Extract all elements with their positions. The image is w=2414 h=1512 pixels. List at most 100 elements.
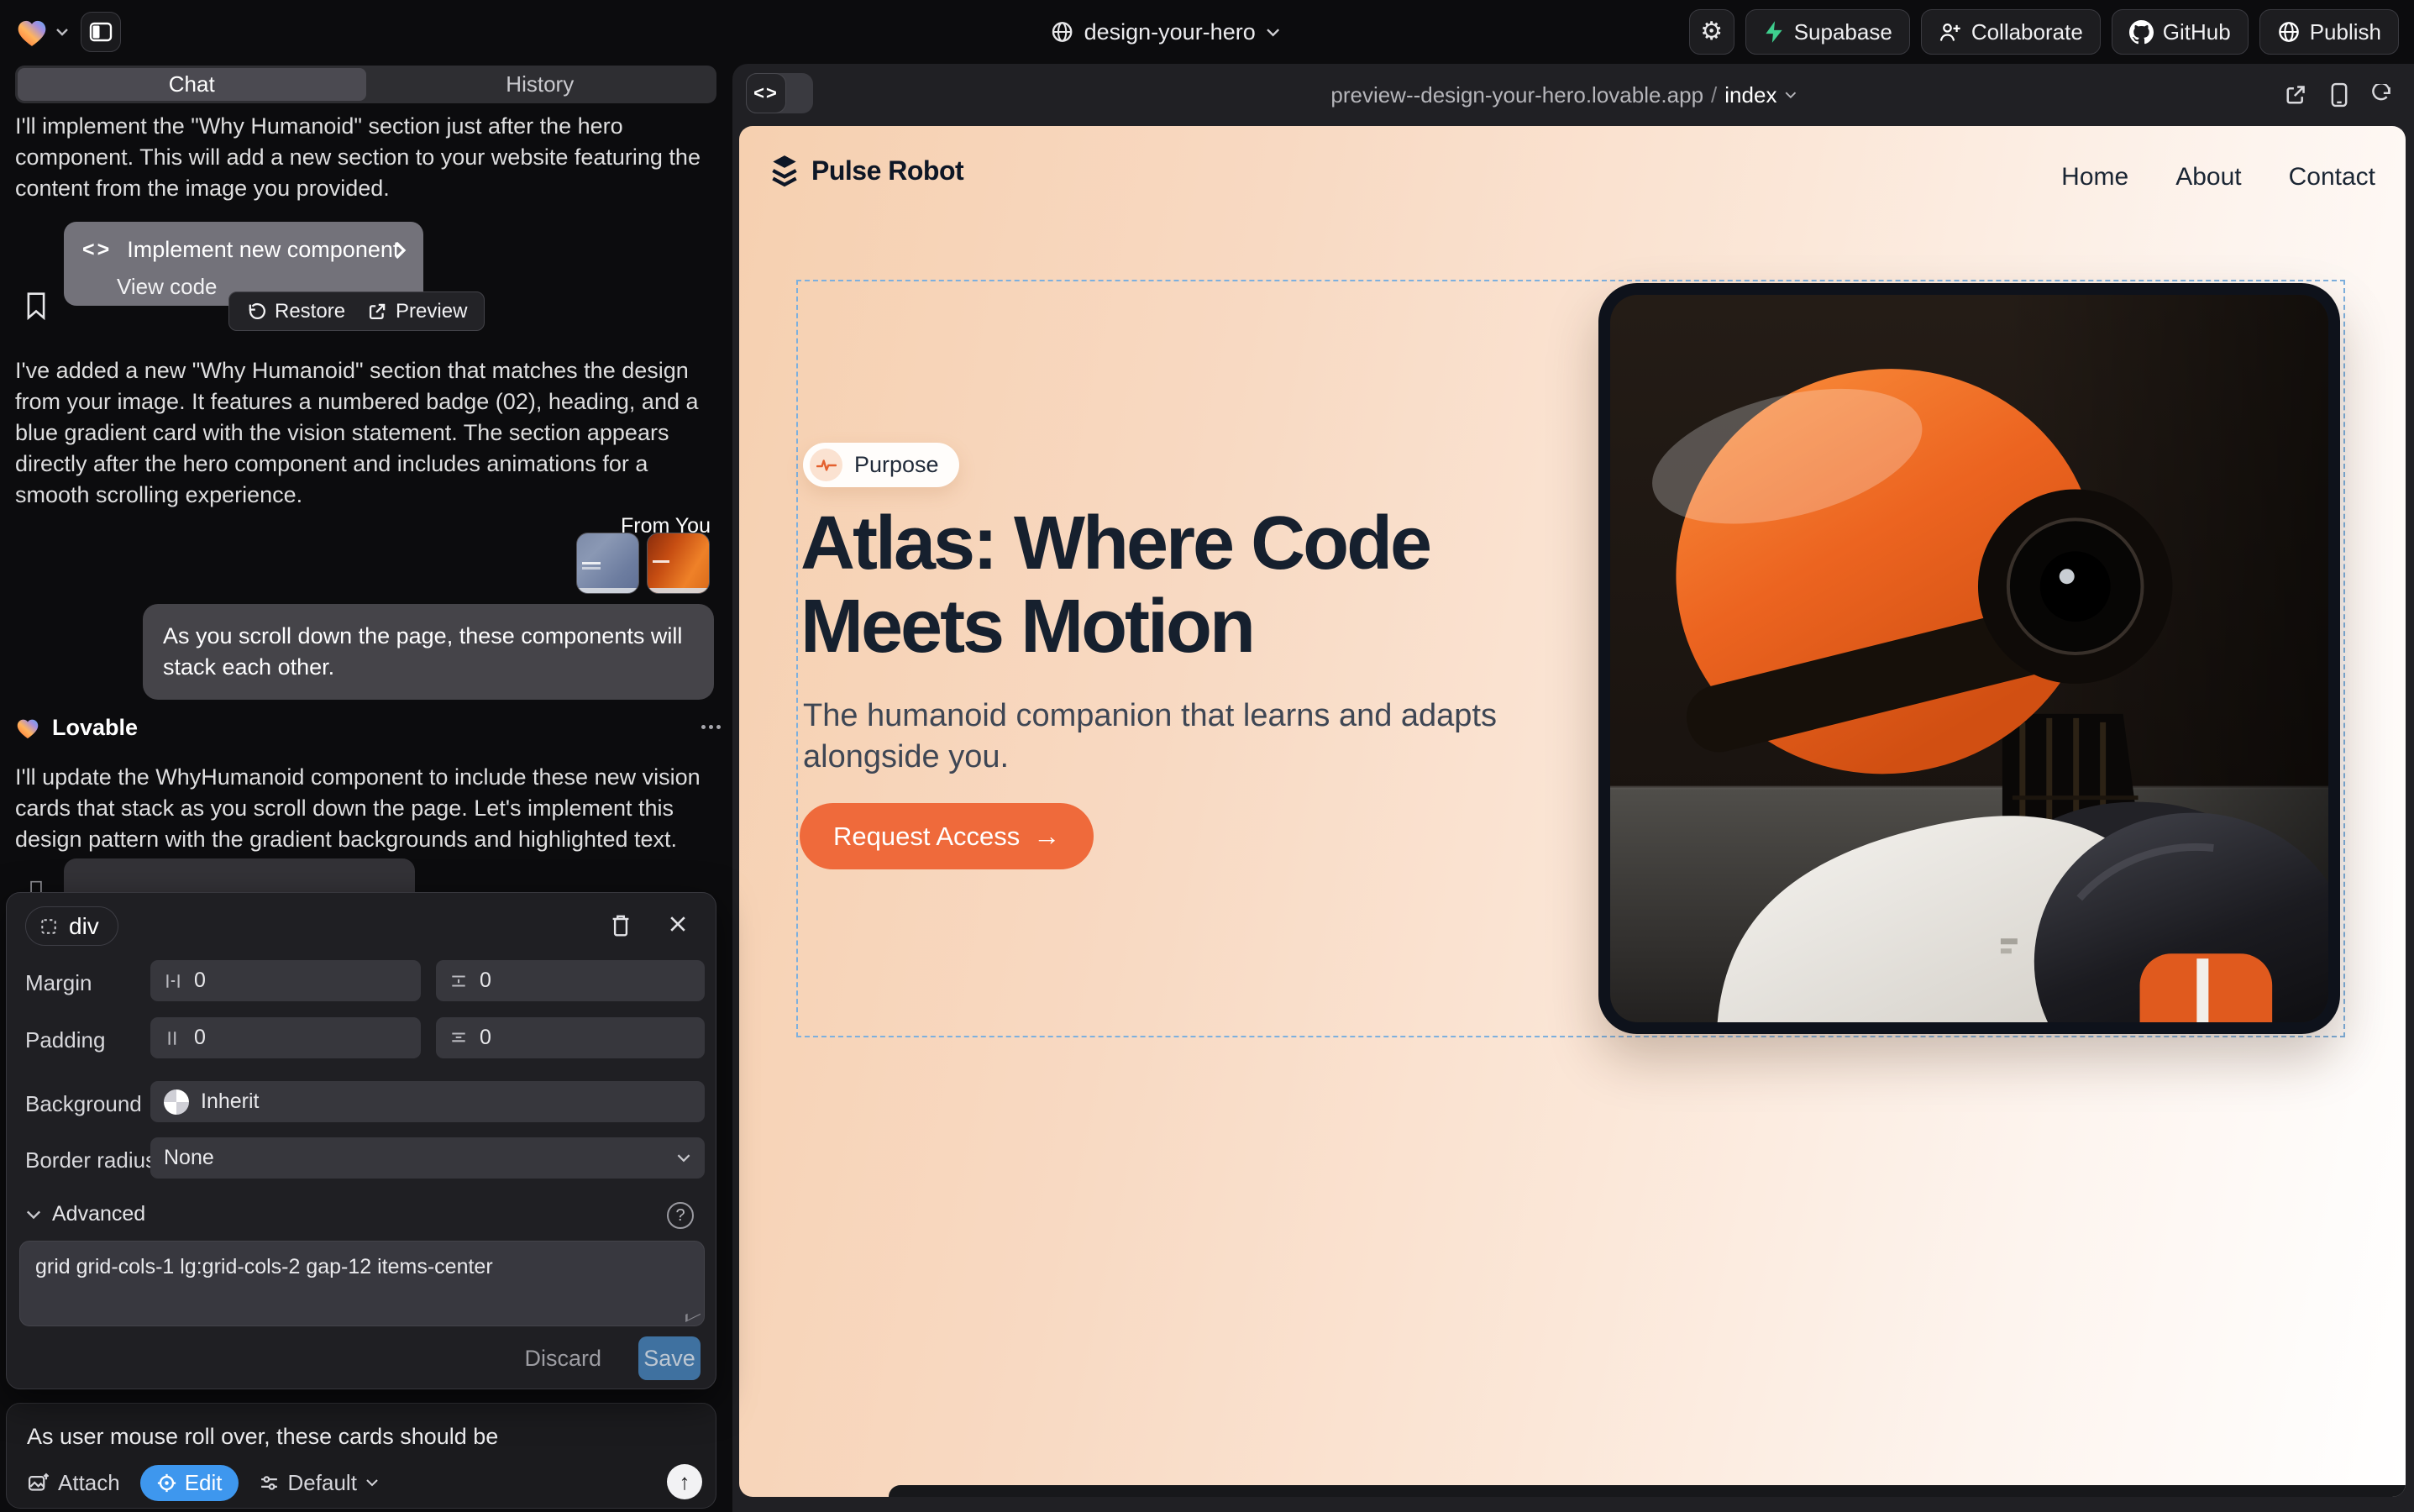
resize-handle[interactable] — [685, 1307, 701, 1322]
preview-url-bar[interactable]: preview--design-your-hero.lovable.app / … — [1330, 64, 1797, 126]
assistant-message: I'll implement the "Why Humanoid" sectio… — [15, 111, 714, 204]
mobile-view-button[interactable] — [2329, 82, 2349, 108]
url-page: index — [1724, 82, 1776, 108]
view-code-link[interactable]: View code — [117, 274, 218, 300]
restore-icon — [246, 302, 266, 322]
margin-horizontal-icon — [164, 972, 182, 990]
help-glyph: ? — [675, 1206, 685, 1226]
chat-composer: As user mouse roll over, these cards sho… — [6, 1403, 716, 1509]
github-button[interactable]: GitHub — [2112, 9, 2249, 55]
advanced-section-toggle[interactable]: Advanced — [25, 1202, 145, 1226]
close-panel-button[interactable] — [667, 913, 689, 935]
assistant-name: Lovable — [52, 715, 138, 741]
model-selector[interactable]: Default — [259, 1470, 379, 1496]
arrow-right-icon: → — [1033, 821, 1060, 852]
advanced-label: Advanced — [52, 1202, 145, 1226]
attach-label: Attach — [58, 1470, 120, 1496]
tab-chat[interactable]: Chat — [18, 68, 366, 101]
background-value: Inherit — [201, 1089, 259, 1114]
chevron-down-icon — [1266, 28, 1281, 37]
lovable-heart-icon — [15, 717, 40, 739]
close-icon — [667, 913, 689, 935]
supabase-button[interactable]: Supabase — [1745, 9, 1910, 55]
topbar: design-your-hero ⚙ Supabase Collaborate — [0, 0, 2414, 64]
margin-vertical-input[interactable]: 0 — [436, 960, 705, 1001]
attach-button[interactable]: Attach — [27, 1470, 120, 1496]
code-icon: <> — [746, 73, 786, 113]
refresh-button[interactable] — [2371, 84, 2394, 107]
site-brand[interactable]: Pulse Robot — [769, 154, 963, 187]
chevron-down-icon — [365, 1478, 379, 1487]
composer-toolbar: Attach Edit Default — [27, 1464, 702, 1501]
attachment-thumbnail-blue[interactable] — [576, 533, 639, 594]
padding-vertical-input[interactable]: 0 — [436, 1017, 705, 1058]
save-button[interactable]: Save — [638, 1336, 701, 1380]
collaborate-button[interactable]: Collaborate — [1921, 9, 2101, 55]
lovable-editor: design-your-hero ⚙ Supabase Collaborate — [0, 0, 2414, 1512]
toggle-sidebar-button[interactable] — [81, 12, 121, 52]
collaborate-icon — [1939, 21, 1962, 43]
assistant-message: I've added a new "Why Humanoid" section … — [15, 355, 714, 511]
url-host: preview--design-your-hero.lovable.app — [1330, 82, 1703, 108]
code-preview-toggle[interactable]: <> — [746, 73, 813, 113]
padding-horizontal-input[interactable]: 0 — [150, 1017, 421, 1058]
edit-mode-button[interactable]: Edit — [140, 1465, 239, 1501]
collaborate-label: Collaborate — [1971, 19, 2083, 45]
more-options-icon[interactable] — [701, 725, 706, 729]
nav-link-contact[interactable]: Contact — [2289, 163, 2375, 192]
margin-horizontal-value: 0 — [194, 969, 206, 993]
chevron-down-icon — [676, 1153, 691, 1163]
implement-card-title: Implement new component — [127, 237, 399, 263]
site-nav: Home About Contact — [2061, 163, 2375, 192]
sliders-icon — [259, 1473, 280, 1494]
lovable-home-button[interactable] — [15, 17, 69, 47]
tailwind-classes-textarea[interactable]: grid grid-cols-1 lg:grid-cols-2 gap-12 i… — [19, 1241, 705, 1326]
send-arrow-icon: ↑ — [680, 1469, 690, 1495]
trash-icon — [610, 913, 632, 938]
preview-button[interactable]: Preview — [367, 300, 467, 323]
publish-button[interactable]: Publish — [2259, 9, 2399, 55]
margin-horizontal-input[interactable]: 0 — [150, 960, 421, 1001]
padding-vertical-icon — [449, 1029, 468, 1047]
classes-value: grid grid-cols-1 lg:grid-cols-2 gap-12 i… — [35, 1255, 493, 1278]
composer-input[interactable]: As user mouse roll over, these cards sho… — [27, 1424, 498, 1450]
gear-icon: ⚙ — [1700, 19, 1723, 45]
margin-vertical-icon — [449, 972, 468, 990]
send-button[interactable]: ↑ — [667, 1464, 702, 1499]
hero-heading-line1: Atlas: Where Code — [800, 502, 1430, 585]
bookmark-icon[interactable] — [25, 291, 47, 321]
preview-label: Preview — [396, 300, 467, 323]
open-in-new-tab-button[interactable] — [2284, 83, 2307, 107]
globe-icon — [1051, 20, 1074, 44]
dashed-selection-icon — [39, 917, 58, 936]
project-name: design-your-hero — [1084, 19, 1256, 45]
nav-link-home[interactable]: Home — [2061, 163, 2128, 192]
chat-pane: Chat History I'll implement the "Why Hum… — [0, 64, 732, 1512]
attach-image-icon — [27, 1472, 50, 1494]
restore-button[interactable]: Restore — [246, 300, 345, 323]
border-radius-value: None — [164, 1146, 214, 1170]
background-input[interactable]: Inherit — [150, 1081, 705, 1122]
purpose-badge: Purpose — [803, 443, 959, 487]
chevron-down-icon — [25, 1210, 42, 1220]
tab-history[interactable]: History — [366, 68, 715, 101]
border-radius-label: Border radius — [25, 1147, 156, 1173]
selected-element-pill[interactable]: div — [25, 906, 118, 946]
chevron-down-icon — [1784, 91, 1797, 99]
nav-link-about[interactable]: About — [2175, 163, 2241, 192]
border-radius-select[interactable]: None — [150, 1137, 705, 1179]
help-icon[interactable]: ? — [667, 1202, 694, 1229]
settings-button[interactable]: ⚙ — [1689, 9, 1734, 55]
refresh-icon — [2371, 84, 2394, 107]
assistant-message: I'll update the WhyHumanoid component to… — [15, 762, 714, 855]
target-icon — [156, 1473, 177, 1494]
attachment-thumbnail-orange[interactable] — [647, 533, 710, 594]
delete-element-button[interactable] — [610, 913, 632, 938]
discard-button[interactable]: Discard — [524, 1346, 601, 1372]
project-switcher[interactable]: design-your-hero — [1051, 0, 1281, 64]
padding-horizontal-icon — [164, 1029, 182, 1047]
chevron-right-icon — [394, 240, 407, 260]
transparency-swatch-icon — [164, 1089, 189, 1115]
request-access-button[interactable]: Request Access → — [800, 803, 1094, 869]
assistant-header-row: Lovable — [15, 713, 714, 742]
